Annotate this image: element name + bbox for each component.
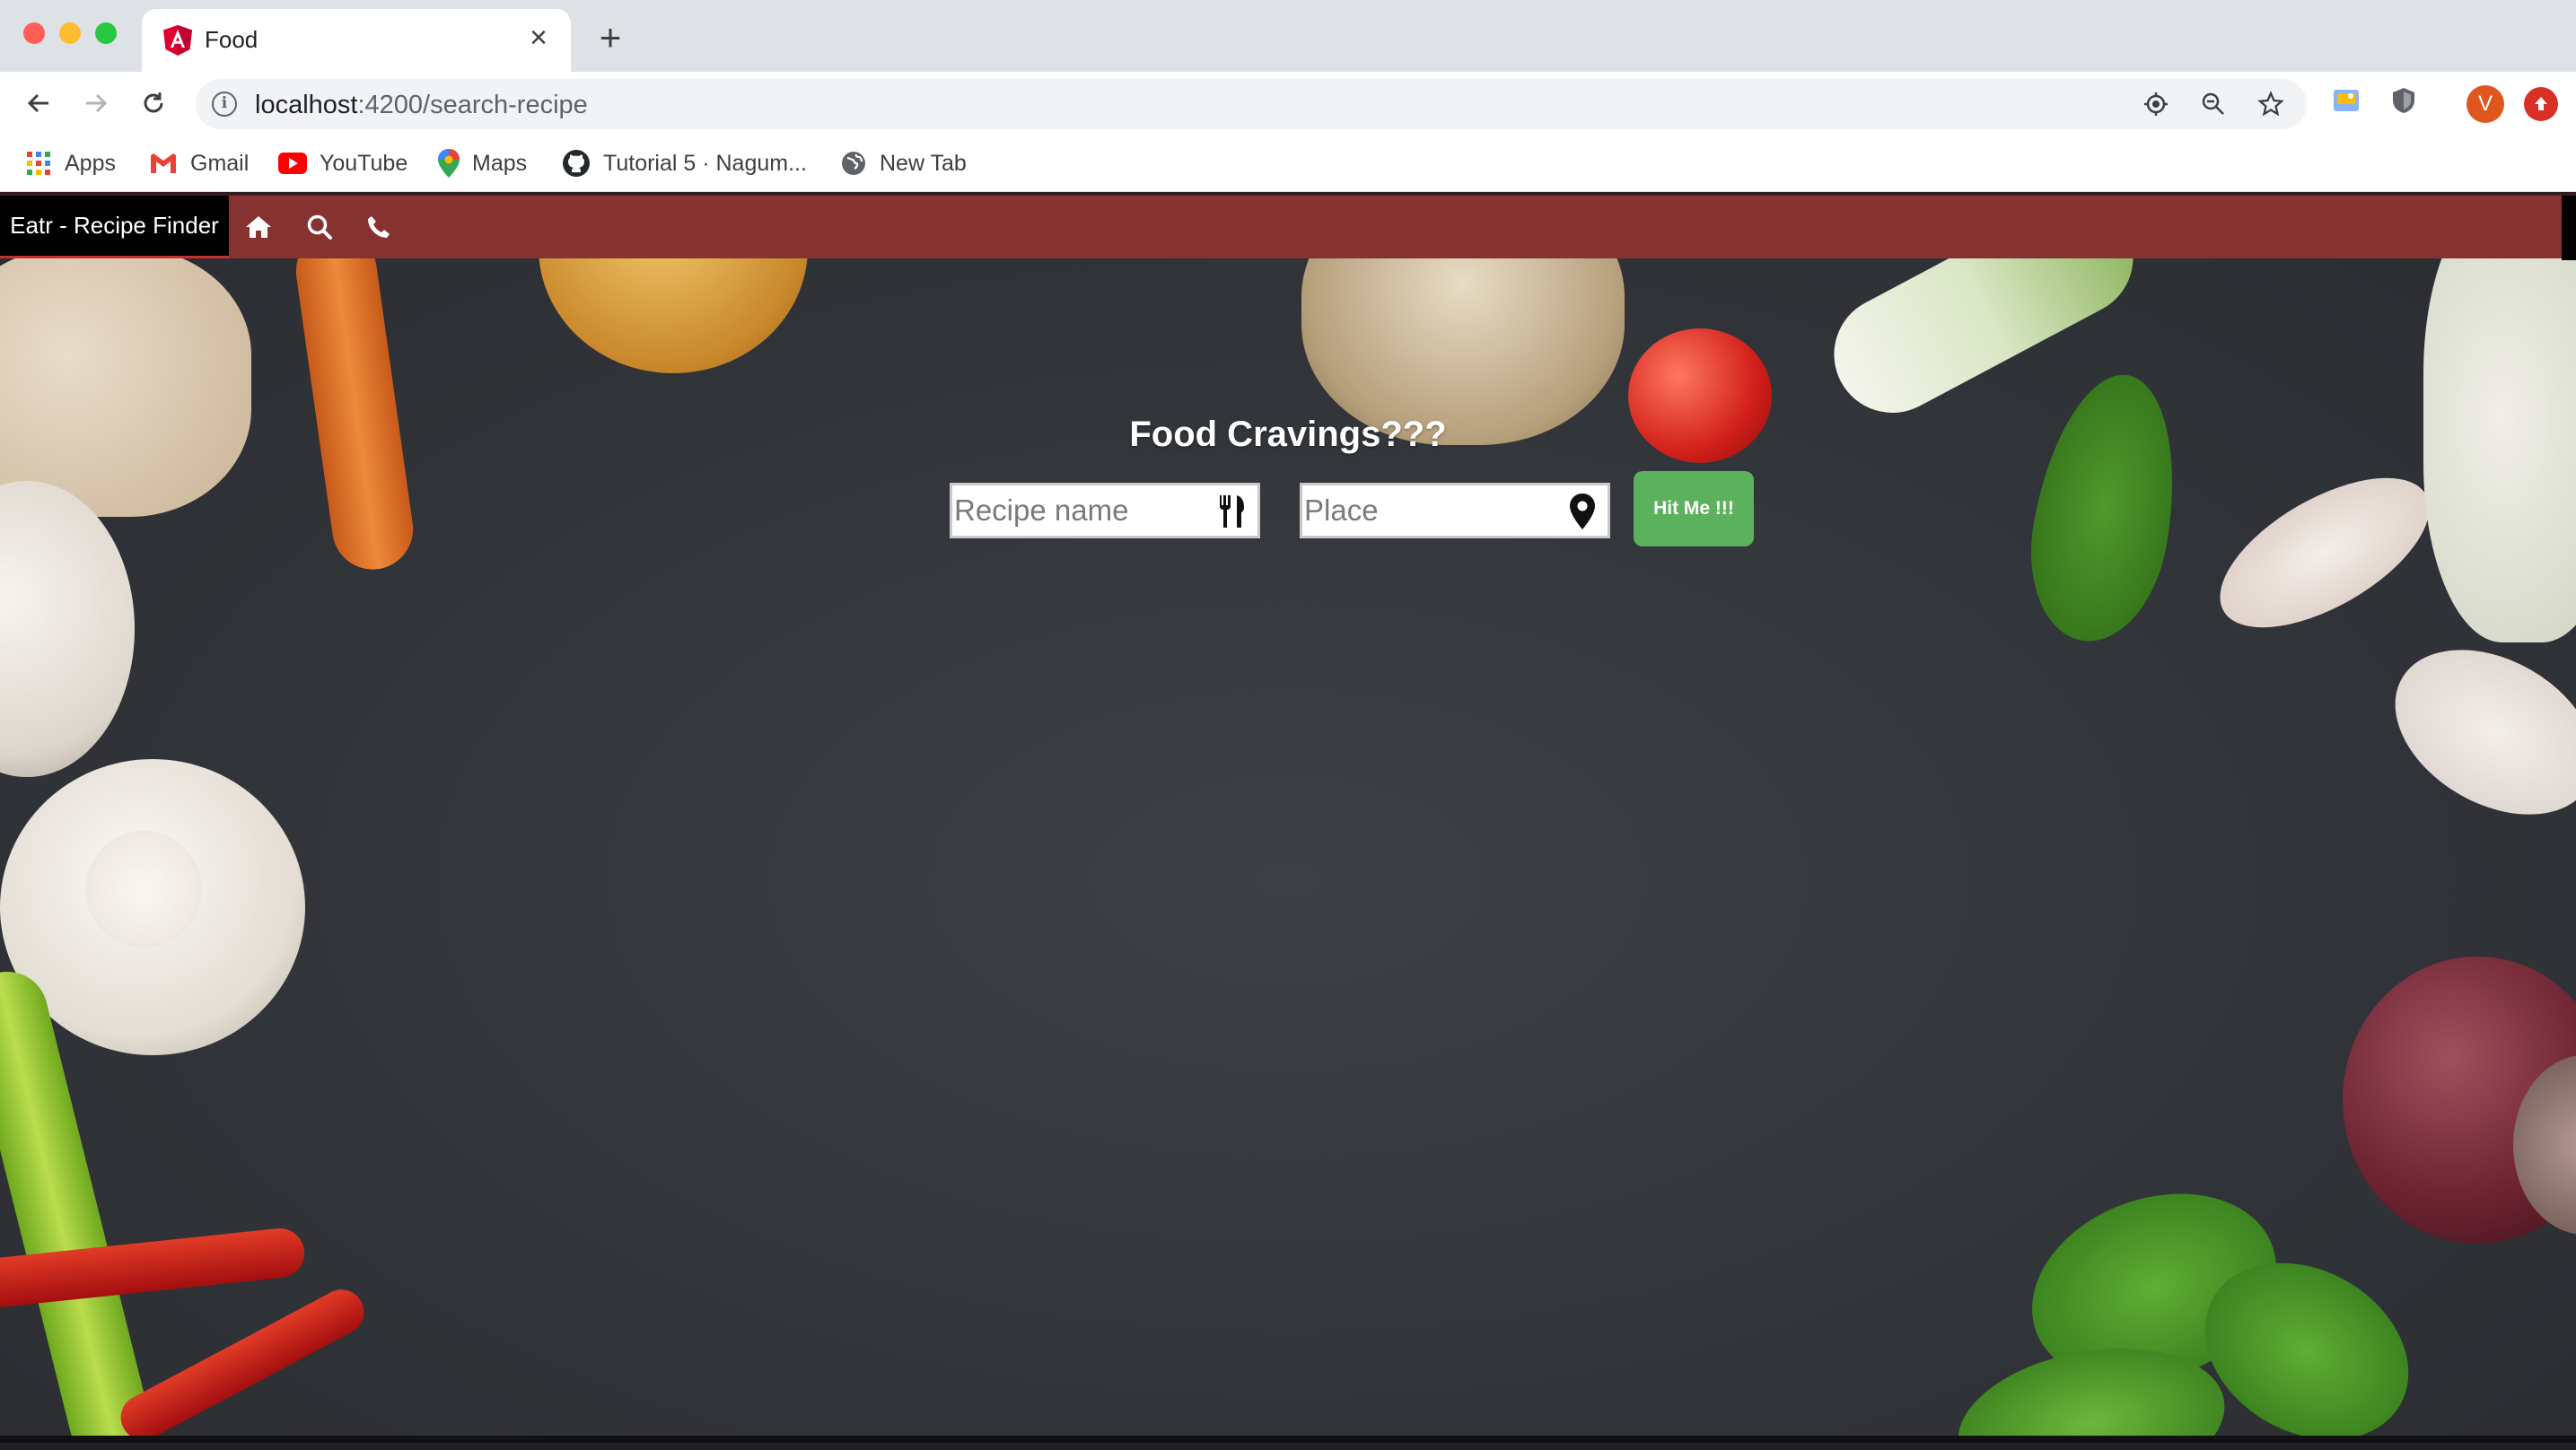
youtube-icon <box>278 153 307 174</box>
hero-title: Food Cravings??? <box>1129 415 1447 454</box>
bookmark-gmail[interactable]: Gmail <box>149 144 249 183</box>
extension-shield-icon[interactable] <box>2386 83 2422 118</box>
globe-icon <box>842 152 865 175</box>
arrow-right-icon <box>86 93 108 113</box>
app-navbar: Eatr - Recipe Finder <box>0 194 2576 260</box>
brand-link[interactable]: Eatr - Recipe Finder <box>0 196 229 258</box>
place-search-field[interactable] <box>1300 483 1610 538</box>
utensils-icon <box>1214 493 1250 530</box>
maps-icon <box>438 149 460 178</box>
location-target-icon[interactable] <box>2140 88 2172 120</box>
page-viewport: Eatr - Recipe Finder Food Cravings??? Hi… <box>0 194 2576 1443</box>
recipe-search-field[interactable] <box>950 483 1260 538</box>
reload-icon <box>144 92 163 113</box>
bookmark-maps[interactable]: Maps <box>438 144 527 183</box>
extension-image-icon[interactable] <box>2328 83 2364 118</box>
close-window-button[interactable] <box>23 22 45 44</box>
apps-grid-icon <box>27 152 50 175</box>
browser-tab-strip: Food × + <box>0 0 2576 72</box>
angular-icon <box>163 25 192 56</box>
navbar-edge <box>2562 196 2576 260</box>
update-icon[interactable] <box>2524 87 2558 121</box>
tab-title: Food <box>205 26 258 53</box>
maximize-window-button[interactable] <box>95 22 117 44</box>
search-icon[interactable] <box>303 211 336 243</box>
site-info-icon[interactable]: i <box>212 92 237 117</box>
github-icon <box>563 150 590 177</box>
address-url[interactable]: localhost:4200/search-recipe <box>255 91 588 120</box>
back-button[interactable] <box>18 83 59 124</box>
page-bottom-edge <box>0 1436 2576 1443</box>
browser-toolbar: i localhost:4200/search-recipe <box>0 72 2576 135</box>
hit-me-button[interactable]: Hit Me !!! <box>1634 471 1754 546</box>
bookmarks-bar: Apps Gmail YouTube Maps Tutorial 5 · Nag… <box>0 135 2576 192</box>
minimize-window-button[interactable] <box>59 22 81 44</box>
browser-tab-active[interactable]: Food × <box>142 9 571 72</box>
bookmark-apps[interactable]: Apps <box>25 144 116 183</box>
bookmark-youtube[interactable]: YouTube <box>278 144 407 183</box>
phone-icon[interactable] <box>363 211 395 243</box>
bookmark-github-tutorial[interactable]: Tutorial 5 · Nagum... <box>562 144 807 183</box>
arrow-left-icon <box>27 93 48 113</box>
new-tab-button[interactable]: + <box>592 19 628 57</box>
bookmark-star-icon[interactable] <box>2255 88 2287 120</box>
address-bar[interactable]: i localhost:4200/search-recipe <box>196 79 2307 129</box>
gmail-icon <box>151 153 176 173</box>
home-icon[interactable] <box>242 211 275 243</box>
reload-button[interactable] <box>133 83 174 124</box>
bookmark-new-tab[interactable]: New Tab <box>840 144 967 183</box>
place-input[interactable] <box>1302 485 1563 536</box>
forward-button[interactable] <box>75 83 117 124</box>
zoom-icon[interactable] <box>2197 88 2230 120</box>
map-marker-icon <box>1564 493 1600 530</box>
profile-avatar[interactable]: V <box>2466 85 2504 123</box>
close-tab-icon[interactable]: × <box>522 22 555 54</box>
recipe-name-input[interactable] <box>952 485 1213 536</box>
